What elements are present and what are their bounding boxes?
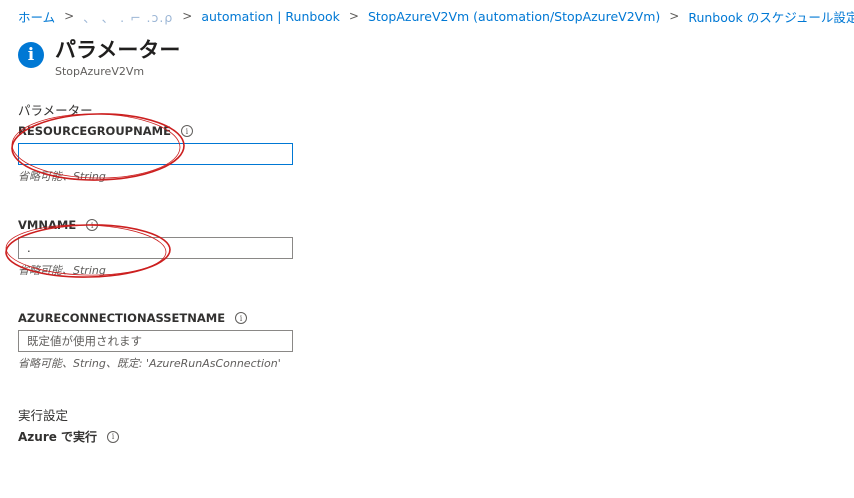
info-icon[interactable]: i — [180, 125, 193, 137]
info-icon[interactable]: i — [235, 312, 248, 324]
breadcrumb-runbook[interactable]: StopAzureV2Vm (automation/StopAzureV2Vm) — [368, 9, 660, 24]
info-icon: i — [18, 42, 44, 68]
vmname-hint: 省略可能、String — [18, 264, 106, 277]
page-subtitle: StopAzureV2Vm — [55, 65, 145, 78]
breadcrumb-automation-account[interactable]: 、 、 . ⌐ .ɔ.ρ — [83, 7, 173, 26]
breadcrumb-separator: > — [64, 9, 75, 23]
breadcrumb-runbooks[interactable]: automation | Runbook — [201, 9, 340, 24]
breadcrumb: ホーム > 、 、 . ⌐ .ɔ.ρ > automation | Runboo… — [18, 7, 854, 25]
breadcrumb-separator: > — [669, 9, 680, 23]
breadcrumb-separator: > — [348, 9, 359, 23]
vmname-label: VMNAME i — [18, 218, 99, 232]
info-icon[interactable]: i — [86, 219, 99, 231]
breadcrumb-home[interactable]: ホーム — [18, 7, 55, 26]
resourcegroupname-input[interactable] — [18, 143, 293, 165]
info-icon[interactable]: i — [107, 430, 120, 443]
run-settings-section-label: 実行設定 — [18, 408, 69, 423]
resourcegroupname-label: RESOURCEGROUPNAME i — [18, 124, 193, 138]
breadcrumb-separator: > — [182, 9, 193, 23]
page-title: パラメーター — [55, 38, 181, 62]
azureconnectionassetname-hint: 省略可能、String、既定: 'AzureRunAsConnection' — [18, 357, 281, 370]
azureconnectionassetname-label: AZURECONNECTIONASSETNAME i — [18, 311, 248, 325]
parameters-section-label: パラメーター — [18, 103, 93, 118]
azureconnectionassetname-input[interactable] — [18, 330, 293, 352]
run-on-azure-text: Azure で実行 — [18, 430, 98, 444]
run-on-azure-label: Azure で実行 i — [18, 428, 120, 445]
azureconnectionassetname-label-text: AZURECONNECTIONASSETNAME — [18, 311, 226, 325]
vmname-input[interactable] — [18, 237, 293, 259]
resourcegroupname-label-text: RESOURCEGROUPNAME — [18, 124, 171, 138]
breadcrumb-schedule[interactable]: Runbook のスケジュール設定 — [688, 7, 854, 26]
vmname-label-text: VMNAME — [18, 218, 77, 232]
resourcegroupname-hint: 省略可能、String — [18, 170, 106, 183]
